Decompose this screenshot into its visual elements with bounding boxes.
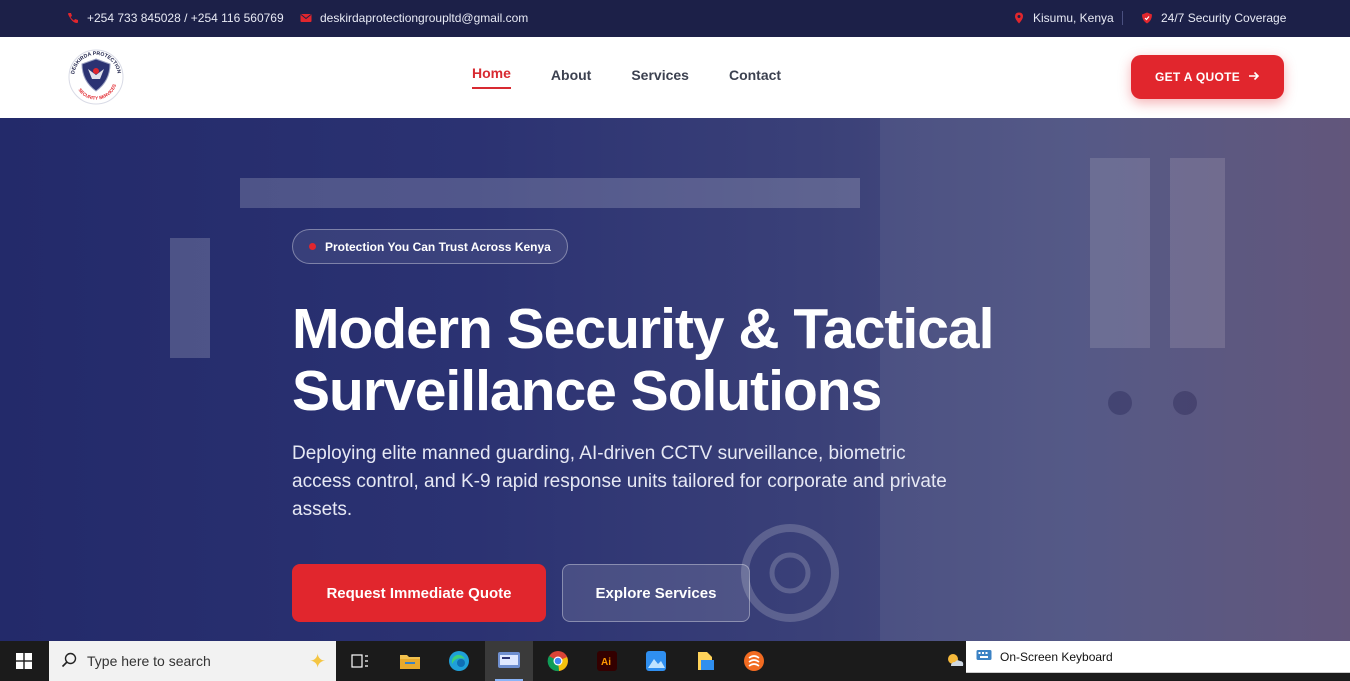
envelope-icon	[300, 12, 312, 24]
nav-contact[interactable]: Contact	[729, 67, 781, 91]
email-address: deskirdaprotectiongroupltd@gmail.com	[320, 11, 529, 25]
illustrator-icon[interactable]: Ai	[583, 641, 631, 681]
photos-icon[interactable]	[632, 641, 680, 681]
location-text: Kisumu, Kenya	[1033, 11, 1114, 25]
hero-description: Deploying elite manned guarding, AI-driv…	[292, 443, 947, 520]
files-icon[interactable]	[681, 641, 729, 681]
nav-home[interactable]: Home	[472, 65, 511, 89]
get-quote-button[interactable]: GET A QUOTE	[1131, 55, 1284, 99]
keyboard-icon	[976, 649, 992, 664]
headline-line-1: Modern Security & Tactical	[292, 297, 994, 361]
edge-icon[interactable]	[435, 641, 483, 681]
sparkle-icon: ✦	[309, 651, 326, 673]
coverage-text: 24/7 Security Coverage	[1161, 11, 1287, 25]
phone-contact[interactable]: +254 733 845028 / +254 116 560769	[67, 11, 284, 25]
top-info-bar: +254 733 845028 / +254 116 560769 deskir…	[0, 0, 1350, 37]
email-contact[interactable]: deskirdaprotectiongroupltd@gmail.com	[300, 11, 528, 25]
coverage-info: 24/7 Security Coverage	[1141, 11, 1286, 25]
on-screen-keyboard-tooltip[interactable]: On-Screen Keyboard	[966, 641, 1350, 673]
windows-taskbar: Type here to search ✦ Ai On-Screen Keybo…	[0, 641, 1350, 681]
tagline-badge: Protection You Can Trust Across Kenya	[292, 229, 568, 264]
windows-logo-icon	[16, 653, 32, 669]
divider	[1122, 11, 1123, 25]
search-placeholder: Type here to search	[87, 653, 211, 669]
tagline-text: Protection You Can Trust Across Kenya	[325, 239, 551, 254]
brave-icon[interactable]	[730, 641, 778, 681]
site-header: DESKIRDA PROTECTION SECURITY SERVICES Ho…	[0, 37, 1350, 118]
taskbar-search-box[interactable]: Type here to search ✦	[49, 641, 336, 681]
status-dot	[309, 243, 316, 250]
chrome-icon[interactable]	[534, 641, 582, 681]
arrow-right-icon	[1248, 70, 1260, 85]
svg-text:Ai: Ai	[601, 657, 611, 668]
shield-icon	[1141, 12, 1153, 24]
location-info: Kisumu, Kenya	[1013, 11, 1114, 25]
map-pin-icon	[1013, 12, 1025, 24]
file-explorer-icon[interactable]	[386, 641, 434, 681]
nav-about[interactable]: About	[551, 67, 591, 91]
hero-section: Protection You Can Trust Across Kenya Mo…	[0, 118, 1350, 641]
explore-services-button[interactable]: Explore Services	[562, 564, 750, 622]
task-view-icon[interactable]	[336, 641, 384, 681]
hero-headline: Modern Security & Tactical Surveillance …	[292, 298, 1092, 422]
main-nav: Home About Services Contact	[472, 65, 781, 91]
phone-icon	[67, 12, 79, 24]
get-quote-label: GET A QUOTE	[1154, 70, 1241, 84]
phone-numbers: +254 733 845028 / +254 116 560769	[87, 11, 284, 25]
nav-services[interactable]: Services	[631, 67, 689, 91]
company-logo[interactable]: DESKIRDA PROTECTION SECURITY SERVICES	[66, 45, 126, 109]
app-window-icon[interactable]	[485, 641, 533, 681]
request-quote-button[interactable]: Request Immediate Quote	[292, 564, 546, 622]
osk-label: On-Screen Keyboard	[1000, 649, 1113, 664]
search-icon	[61, 652, 77, 671]
start-button[interactable]	[0, 641, 48, 681]
headline-line-2: Surveillance Solutions	[292, 359, 882, 423]
